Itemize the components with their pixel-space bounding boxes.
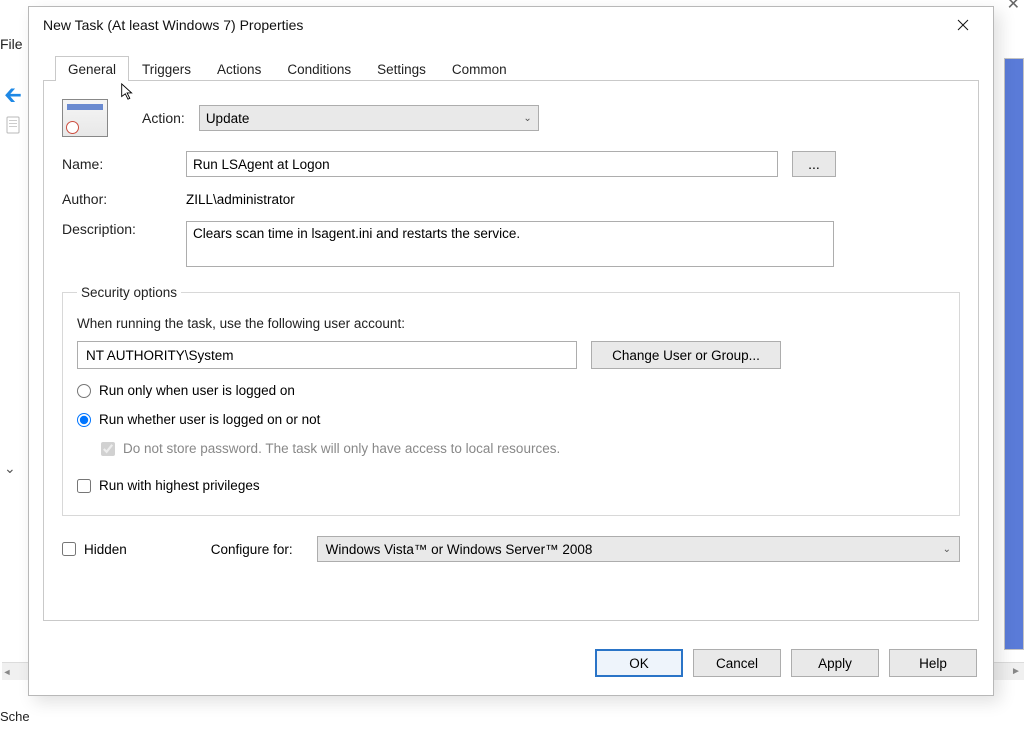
- tab-general[interactable]: General: [55, 56, 129, 81]
- close-icon: [957, 19, 969, 31]
- dialog-close-button[interactable]: [943, 11, 983, 39]
- tab-strip: General Triggers Actions Conditions Sett…: [43, 53, 979, 81]
- dialog-button-row: OK Cancel Apply Help: [29, 635, 993, 695]
- tab-common[interactable]: Common: [439, 56, 520, 81]
- bg-back-arrow-icon: 🡰: [4, 78, 30, 104]
- checkbox-no-store-password: [101, 442, 115, 456]
- bg-right-pane: [1004, 58, 1024, 650]
- name-label: Name:: [62, 156, 172, 172]
- author-label: Author:: [62, 191, 172, 207]
- tab-actions[interactable]: Actions: [204, 56, 274, 81]
- security-options-group: Security options When running the task, …: [62, 285, 960, 516]
- chevron-down-icon: ⌄: [943, 544, 951, 555]
- radio-logged-on-label: Run only when user is logged on: [99, 383, 295, 398]
- radio-whether-logged[interactable]: [77, 413, 91, 427]
- cancel-button[interactable]: Cancel: [693, 649, 781, 677]
- ok-button[interactable]: OK: [595, 649, 683, 677]
- configure-for-value: Windows Vista™ or Windows Server™ 2008: [326, 542, 593, 557]
- tab-conditions[interactable]: Conditions: [274, 56, 364, 81]
- help-button[interactable]: Help: [889, 649, 977, 677]
- chevron-down-icon: ⌄: [523, 113, 531, 124]
- bg-chevron-down-icon: ⌄: [4, 460, 16, 477]
- configure-for-dropdown[interactable]: Windows Vista™ or Windows Server™ 2008 ⌄: [317, 536, 960, 562]
- change-user-button[interactable]: Change User or Group...: [591, 341, 781, 369]
- name-input[interactable]: [186, 151, 778, 177]
- description-textarea[interactable]: [186, 221, 834, 267]
- radio-logged-on[interactable]: [77, 384, 91, 398]
- security-legend: Security options: [77, 285, 181, 300]
- apply-button[interactable]: Apply: [791, 649, 879, 677]
- checkbox-no-store-password-label: Do not store password. The task will onl…: [123, 441, 560, 456]
- tab-general-content: Action: Update ⌄ Name: ... Author: ZILL\…: [43, 80, 979, 621]
- checkbox-hidden-label: Hidden: [84, 542, 127, 557]
- action-dropdown[interactable]: Update ⌄: [199, 105, 539, 131]
- radio-whether-logged-label: Run whether user is logged on or not: [99, 412, 320, 427]
- author-value: ZILL\administrator: [186, 192, 295, 207]
- checkbox-hidden[interactable]: [62, 542, 76, 556]
- action-dropdown-value: Update: [206, 111, 250, 126]
- task-properties-dialog: New Task (At least Windows 7) Properties…: [28, 6, 994, 696]
- tab-triggers[interactable]: Triggers: [129, 56, 204, 81]
- action-label: Action:: [142, 110, 185, 126]
- dialog-title: New Task (At least Windows 7) Properties: [39, 17, 943, 33]
- bg-file-menu-label: File: [0, 36, 23, 52]
- bg-close-icon: ✕: [1007, 0, 1020, 14]
- description-label: Description:: [62, 221, 172, 237]
- dialog-titlebar: New Task (At least Windows 7) Properties: [29, 7, 993, 43]
- bg-status-label: Sche: [0, 709, 30, 724]
- tab-settings[interactable]: Settings: [364, 56, 439, 81]
- name-browse-button[interactable]: ...: [792, 151, 836, 177]
- when-running-label: When running the task, use the following…: [77, 316, 945, 331]
- bg-doc-icon: [4, 116, 24, 136]
- checkbox-highest-privileges[interactable]: [77, 479, 91, 493]
- scroll-left-icon[interactable]: ◄: [2, 663, 12, 680]
- task-icon: [62, 99, 108, 137]
- user-account-input[interactable]: [77, 341, 577, 369]
- checkbox-highest-privileges-label: Run with highest privileges: [99, 478, 260, 493]
- scroll-right-icon[interactable]: ►: [1008, 663, 1024, 680]
- configure-for-label: Configure for:: [211, 542, 293, 557]
